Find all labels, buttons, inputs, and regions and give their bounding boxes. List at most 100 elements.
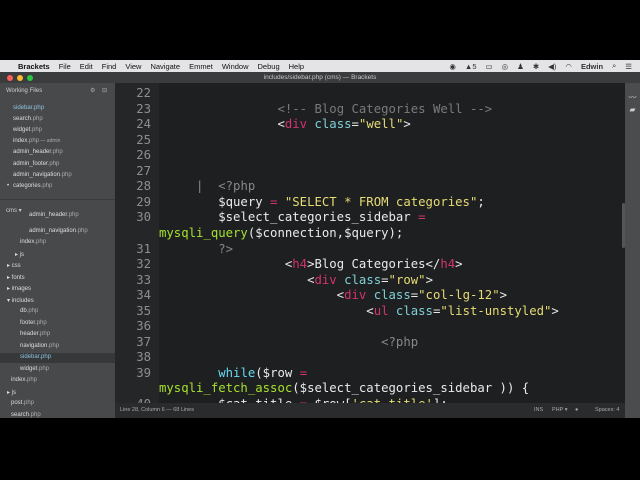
display-icon[interactable]: ▭ xyxy=(485,62,492,71)
close-window-button[interactable] xyxy=(7,75,13,81)
file-item[interactable]: ▸ js xyxy=(7,389,16,396)
code-token: mysqli_fetch_assoc xyxy=(159,381,293,396)
file-item[interactable]: widget.php xyxy=(20,366,49,372)
minimize-window-button[interactable] xyxy=(17,75,23,81)
bluetooth-icon[interactable]: ✱ xyxy=(533,62,539,71)
spotlight-icon[interactable]: ⌕ xyxy=(612,61,616,71)
code-line[interactable]: 33 <div class="row"> xyxy=(115,273,625,288)
line-number: 28 xyxy=(136,179,151,194)
wifi-icon[interactable]: ◠ xyxy=(565,62,572,71)
code-line[interactable]: 22 xyxy=(115,86,625,101)
code-token: < xyxy=(159,288,345,303)
code-line[interactable]: mysqli_fetch_assoc($select_categories_si… xyxy=(115,381,625,396)
file-item[interactable]: header.php xyxy=(20,331,50,337)
code-line[interactable]: 32 <h4>Blog Categories</h4> xyxy=(115,257,625,272)
code-text: <!-- Blog Categories Well --> xyxy=(159,102,492,117)
file-extension: .php xyxy=(60,171,72,178)
adobe-badge[interactable]: ▲5 xyxy=(465,62,477,71)
file-item[interactable]: sidebar.php xyxy=(20,354,51,360)
code-token: h4 xyxy=(440,257,456,272)
line-number: 34 xyxy=(136,288,151,303)
notification-center-icon[interactable]: ☰ xyxy=(625,62,632,71)
file-item[interactable]: navigation.php xyxy=(20,343,59,349)
file-item[interactable]: admin_navigation.php xyxy=(29,228,88,234)
code-text: <div class="row"> xyxy=(159,273,433,288)
file-item[interactable]: index.php xyxy=(11,377,37,383)
file-item[interactable]: db.php xyxy=(20,308,38,314)
code-line[interactable]: 31 ?> xyxy=(115,242,625,257)
file-item[interactable]: search.php xyxy=(13,116,43,122)
code-editor[interactable]: 22 23 <!-- Blog Categories Well --> 24 <di… xyxy=(115,83,625,403)
code-line[interactable]: 27 xyxy=(115,164,625,179)
code-line[interactable]: 36 xyxy=(115,319,625,334)
menu-navigate[interactable]: Navigate xyxy=(150,62,180,71)
code-line[interactable]: 23 <!-- Blog Categories Well --> xyxy=(115,102,625,117)
menu-window[interactable]: Window xyxy=(222,62,249,71)
file-name: post xyxy=(11,400,23,406)
file-item[interactable]: admin_footer.php xyxy=(13,161,59,167)
file-item[interactable]: ▸ js xyxy=(15,251,24,258)
file-item[interactable]: admin_navigation.php xyxy=(13,172,72,178)
file-item[interactable]: search.php xyxy=(11,412,41,418)
code-line[interactable]: 25 xyxy=(115,133,625,148)
code-line[interactable]: 29 $query = "SELECT * FROM categories"; xyxy=(115,195,625,210)
code-text: <div class="well"> xyxy=(159,117,410,132)
file-item[interactable]: ▸ images xyxy=(7,285,31,292)
extension-manager-icon[interactable]: ▰ xyxy=(625,105,640,114)
menu-app[interactable]: Brackets xyxy=(18,62,50,71)
file-item[interactable]: index.php xyxy=(20,239,46,245)
code-line[interactable]: 37 <?php xyxy=(115,335,625,350)
file-item[interactable]: admin_header.php xyxy=(13,149,63,155)
menu-help[interactable]: Help xyxy=(289,62,304,71)
file-item[interactable]: admin_header.php xyxy=(29,212,79,218)
file-item[interactable]: widget.php xyxy=(13,127,42,133)
zoom-window-button[interactable] xyxy=(27,75,33,81)
indent-setting[interactable]: Spaces: 4 xyxy=(595,403,619,418)
file-extension: .php xyxy=(67,212,79,218)
file-item[interactable]: categories.php xyxy=(13,183,52,189)
language-selector[interactable]: PHP ▾ xyxy=(552,403,568,418)
file-name: navigation xyxy=(20,342,48,349)
code-line[interactable]: 24 <div class="well"> xyxy=(115,117,625,132)
file-item[interactable]: ▸ fonts xyxy=(7,274,25,281)
user-name[interactable]: Edwin xyxy=(581,62,603,71)
file-item[interactable]: ▸ css xyxy=(7,262,21,269)
file-item[interactable]: sidebar.php xyxy=(13,105,44,111)
insert-mode[interactable]: INS xyxy=(534,403,543,418)
eye-icon[interactable]: ◎ xyxy=(502,62,509,71)
project-dropdown[interactable]: cms ▾ xyxy=(6,207,22,214)
file-item[interactable]: footer.php xyxy=(20,320,47,326)
gear-icon[interactable]: ⚙ xyxy=(90,87,95,94)
code-line[interactable]: 35 <ul class="list-unstyled"> xyxy=(115,304,625,319)
record-icon[interactable]: ◉ xyxy=(449,62,456,71)
file-item[interactable]: ▾ includes xyxy=(7,297,34,304)
file-name: sidebar xyxy=(13,105,33,111)
code-token: mysqli_query xyxy=(159,225,248,240)
volume-icon[interactable]: ◀) xyxy=(548,62,556,71)
code-line[interactable]: 38 xyxy=(115,350,625,365)
line-number: 24 xyxy=(136,117,151,132)
file-extension: .php xyxy=(39,354,52,360)
linter-status-icon[interactable]: ● xyxy=(575,403,578,418)
menu-find[interactable]: Find xyxy=(102,62,117,71)
menu-edit[interactable]: Edit xyxy=(80,62,93,71)
code-line[interactable]: mysqli_query($connection,$query); xyxy=(115,226,625,241)
menu-debug[interactable]: Debug xyxy=(258,62,280,71)
unsaved-dot-icon: • xyxy=(7,182,10,189)
menu-view[interactable]: View xyxy=(125,62,141,71)
split-view-icon[interactable]: ⊟ xyxy=(102,87,107,94)
file-item[interactable]: index.php — admin xyxy=(13,138,60,144)
mac-menubar: Brackets File Edit Find View Navigate Emmet Wi… xyxy=(0,60,640,72)
code-line[interactable]: 28 | <?php xyxy=(115,179,625,194)
live-preview-icon[interactable]: 〰 xyxy=(625,92,640,103)
code-line[interactable]: 26 xyxy=(115,148,625,163)
file-extension: .php xyxy=(47,160,60,167)
code-line[interactable]: 30 $select_categories_sidebar = xyxy=(115,210,625,225)
code-text: <?php xyxy=(159,335,418,350)
menu-emmet[interactable]: Emmet xyxy=(189,62,213,71)
menu-file[interactable]: File xyxy=(59,62,71,71)
notification-icon[interactable]: ♟ xyxy=(517,62,524,71)
code-line[interactable]: 39 while($row = xyxy=(115,366,625,381)
file-item[interactable]: post.php xyxy=(11,400,34,406)
code-line[interactable]: 34 <div class="col-lg-12"> xyxy=(115,288,625,303)
